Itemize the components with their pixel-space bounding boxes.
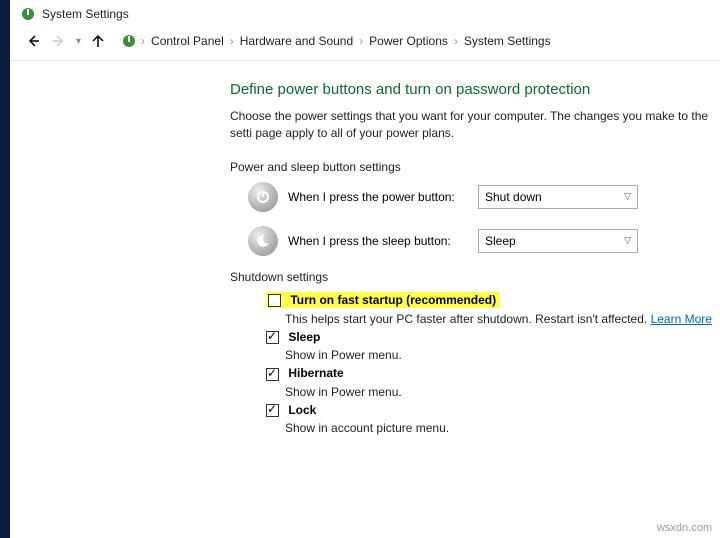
sleep-button-row: When I press the sleep button: Sleep ▽ (248, 226, 720, 256)
checkbox-lock[interactable] (266, 404, 279, 417)
forward-button (46, 32, 72, 50)
sleep-button-value: Sleep (485, 234, 516, 248)
up-button[interactable] (85, 32, 111, 50)
checkbox-sleep[interactable] (266, 331, 279, 344)
crumb-hardware-sound[interactable]: Hardware and Sound (238, 34, 355, 48)
breadcrumb-bar: ▾ › Control Panel › Hardware and Sound ›… (10, 28, 720, 61)
power-options-icon (20, 6, 36, 22)
learn-more-link[interactable]: Learn More (651, 312, 712, 326)
chevron-right-icon: › (137, 34, 149, 48)
back-button[interactable] (20, 32, 46, 50)
lock-opt-label: Lock (288, 403, 316, 417)
page-description: Choose the power settings that you want … (230, 108, 720, 142)
fast-startup-label: Turn on fast startup (recommended) (290, 293, 496, 307)
power-button-value: Shut down (485, 190, 542, 204)
checkbox-hibernate[interactable] (266, 368, 279, 381)
lock-opt-sub: Show in account picture menu. (285, 421, 720, 435)
watermark: wsxdn.com (657, 522, 712, 534)
crumb-control-panel[interactable]: Control Panel (149, 34, 226, 48)
sleep-opt-sub: Show in Power menu. (285, 348, 720, 362)
opt-lock: Lock (266, 403, 720, 417)
sleep-opt-label: Sleep (288, 330, 320, 344)
checkbox-fast-startup[interactable] (268, 294, 281, 307)
power-button-select[interactable]: Shut down ▽ (478, 185, 638, 209)
fast-startup-sub: This helps start your PC faster after sh… (285, 312, 720, 326)
chevron-down-icon: ▽ (624, 191, 631, 202)
location-icon (121, 33, 137, 49)
chevron-right-icon: › (450, 34, 462, 48)
hibernate-opt-label: Hibernate (288, 366, 343, 380)
sleep-button-label: When I press the sleep button: (288, 234, 478, 248)
crumb-system-settings[interactable]: System Settings (462, 34, 553, 48)
title-bar: System Settings (10, 0, 720, 28)
opt-sleep: Sleep (266, 330, 720, 344)
window-title: System Settings (42, 7, 129, 21)
power-button-row: When I press the power button: Shut down… (248, 182, 720, 212)
chevron-right-icon: › (226, 34, 238, 48)
hibernate-opt-sub: Show in Power menu. (285, 385, 720, 399)
sleep-button-select[interactable]: Sleep ▽ (478, 229, 638, 253)
chevron-right-icon: › (355, 34, 367, 48)
opt-hibernate: Hibernate (266, 366, 720, 380)
crumb-power-options[interactable]: Power Options (367, 34, 450, 48)
sleep-icon (248, 226, 278, 256)
power-icon (248, 182, 278, 212)
chevron-down-icon: ▽ (624, 235, 631, 246)
section-shutdown: Shutdown settings (230, 270, 720, 284)
opt-fast-startup: Turn on fast startup (recommended) (266, 292, 720, 308)
recent-dropdown[interactable]: ▾ (72, 36, 85, 47)
page-title: Define power buttons and turn on passwor… (230, 81, 720, 98)
section-power-sleep: Power and sleep button settings (230, 160, 720, 174)
power-button-label: When I press the power button: (288, 190, 478, 204)
